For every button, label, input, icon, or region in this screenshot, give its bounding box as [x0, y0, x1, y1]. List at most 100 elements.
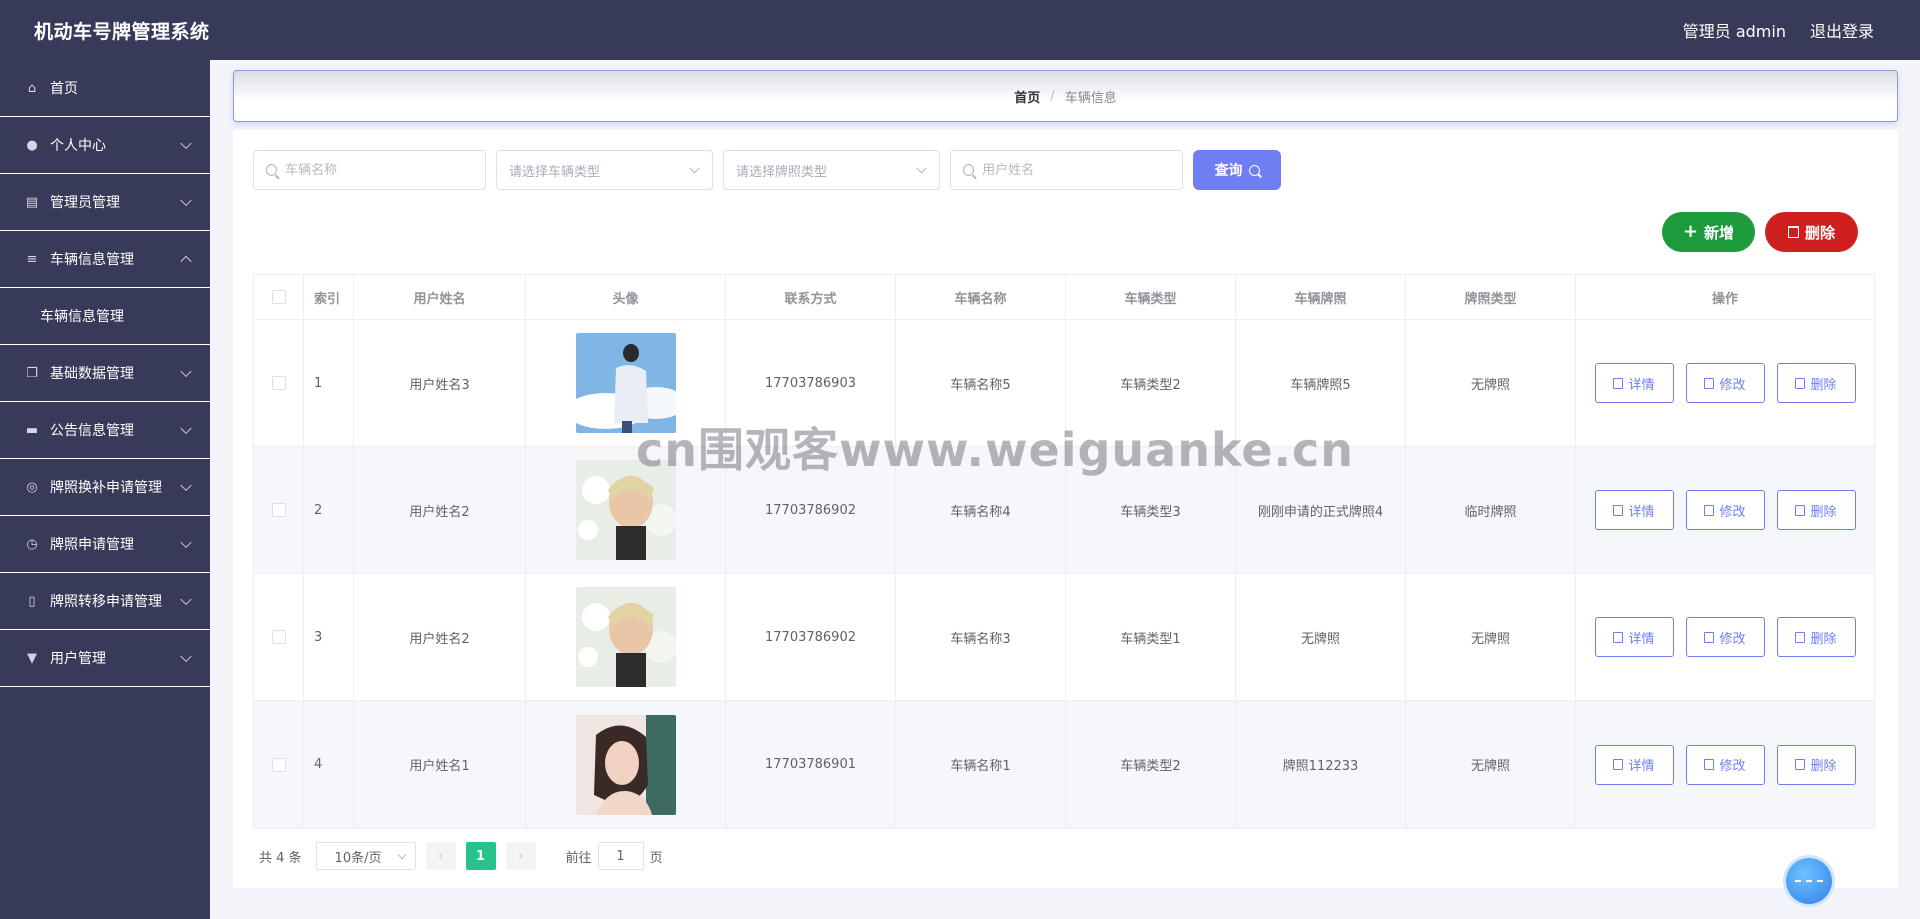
sidebar-item-label: 基础数据管理	[50, 366, 134, 382]
floating-assistant-button[interactable]	[1786, 858, 1832, 904]
edit-icon	[1704, 377, 1715, 389]
goto-suffix: 页	[649, 850, 663, 866]
plate-type-select[interactable]: 请选择牌照类型	[723, 150, 940, 190]
sidebar-item-label: 用户管理	[50, 651, 106, 667]
breadcrumb-current: 车辆信息	[1064, 90, 1117, 106]
row-plate-type: 无牌照	[1406, 574, 1576, 700]
batch-delete-button[interactable]: 删除	[1765, 212, 1858, 252]
trash-icon	[1795, 759, 1806, 770]
header-user-name: 用户姓名	[354, 275, 526, 319]
row-avatar-cell	[526, 447, 726, 573]
row-index: 1	[304, 320, 354, 446]
row-vehicle-type: 车辆类型3	[1066, 447, 1236, 573]
row-vehicle-name: 车辆名称3	[896, 574, 1066, 700]
row-plate: 牌照112233	[1236, 701, 1406, 828]
search-icon	[963, 164, 975, 176]
list-icon: ≡	[26, 251, 38, 267]
avatar	[575, 587, 676, 687]
edit-button[interactable]: 修改	[1685, 363, 1765, 403]
chevron-down-icon	[689, 163, 700, 174]
row-plate-type: 无牌照	[1406, 320, 1576, 446]
document-icon	[1613, 377, 1624, 389]
row-operations: 详情 修改 删除	[1576, 574, 1874, 700]
row-checkbox[interactable]	[271, 757, 286, 772]
row-index: 2	[304, 447, 354, 573]
add-button[interactable]: + 新增	[1662, 212, 1755, 252]
row-select-cell	[254, 447, 304, 573]
edit-label: 修改	[1719, 631, 1746, 647]
goto-page-input[interactable]	[597, 842, 644, 870]
prev-page-button[interactable]: ‹	[425, 842, 456, 870]
row-phone: 17703786901	[726, 701, 896, 828]
copy-icon: ❐	[26, 365, 38, 381]
chevron-up-icon	[180, 255, 192, 268]
sidebar-item-notice[interactable]: ▬ 公告信息管理	[0, 402, 210, 459]
action-bar: + 新增 删除	[1662, 212, 1858, 252]
edit-icon	[1704, 504, 1715, 516]
sidebar-item-plate-replace[interactable]: ◎ 牌照换补申请管理	[0, 459, 210, 516]
detail-button[interactable]: 详情	[1594, 744, 1674, 785]
chevron-down-icon	[180, 137, 192, 150]
next-page-button[interactable]: ›	[505, 842, 536, 870]
delete-button[interactable]: 删除	[1776, 490, 1856, 530]
vehicle-name-input[interactable]	[285, 162, 473, 178]
edit-icon	[1704, 759, 1715, 770]
table-header-row: 索引 用户姓名 头像 联系方式 车辆名称 车辆类型 车辆牌照 牌照类型 操作	[254, 275, 1874, 320]
chevron-down-icon	[180, 650, 192, 663]
total-count: 共 4 条	[259, 850, 302, 866]
row-phone: 17703786903	[726, 320, 896, 446]
detail-button[interactable]: 详情	[1594, 363, 1674, 403]
row-plate-type: 临时牌照	[1406, 447, 1576, 573]
row-checkbox[interactable]	[271, 503, 286, 517]
row-checkbox[interactable]	[271, 376, 286, 390]
row-avatar-cell	[526, 320, 726, 446]
vehicle-table: 索引 用户姓名 头像 联系方式 车辆名称 车辆类型 车辆牌照 牌照类型 操作 1…	[253, 274, 1875, 829]
delete-button[interactable]: 删除	[1776, 744, 1856, 785]
sidebar-subitem-vehicle-info[interactable]: 车辆信息管理	[0, 288, 210, 345]
chevron-down-icon	[180, 593, 192, 606]
chevron-down-icon	[180, 479, 192, 492]
chevron-down-icon	[180, 365, 192, 378]
sidebar-item-admin[interactable]: ▤ 管理员管理	[0, 174, 210, 231]
edit-button[interactable]: 修改	[1685, 490, 1765, 530]
stamp-icon: ▼	[27, 650, 37, 666]
query-button[interactable]: 查询	[1193, 150, 1281, 190]
query-button-label: 查询	[1214, 163, 1243, 179]
edit-button[interactable]: 修改	[1685, 617, 1765, 657]
row-vehicle-type: 车辆类型1	[1066, 574, 1236, 700]
breadcrumb-home[interactable]: 首页	[1014, 87, 1040, 106]
row-user-name: 用户姓名3	[354, 320, 526, 446]
detail-button[interactable]: 详情	[1594, 617, 1674, 657]
header-right: 管理员 admin 退出登录	[1683, 18, 1874, 42]
sidebar-item-profile[interactable]: ● 个人中心	[0, 117, 210, 174]
row-select-cell	[254, 701, 304, 828]
sidebar-item-users[interactable]: ▼ 用户管理	[0, 630, 210, 687]
logout-link[interactable]: 退出登录	[1810, 18, 1874, 42]
row-operations: 详情 修改 删除	[1576, 447, 1874, 573]
row-vehicle-type: 车辆类型2	[1066, 701, 1236, 828]
vehicle-type-select[interactable]: 请选择车辆类型	[496, 150, 713, 190]
row-plate: 车辆牌照5	[1236, 320, 1406, 446]
row-phone: 17703786902	[726, 447, 896, 573]
edit-button[interactable]: 修改	[1685, 744, 1765, 785]
delete-button[interactable]: 删除	[1776, 617, 1856, 657]
sidebar-item-vehicle[interactable]: ≡ 车辆信息管理	[0, 231, 210, 288]
sidebar-item-plate-transfer[interactable]: ▯ 牌照转移申请管理	[0, 573, 210, 630]
page-number-current[interactable]: 1	[465, 842, 496, 870]
sidebar-item-label: 牌照转移申请管理	[50, 594, 162, 610]
user-name-input[interactable]	[982, 162, 1170, 178]
phone-icon: ▯	[28, 593, 36, 609]
top-header: 机动车号牌管理系统 管理员 admin 退出登录	[0, 0, 1920, 60]
page-size-select[interactable]: 10条/页	[315, 842, 416, 870]
select-all-checkbox[interactable]	[271, 290, 286, 304]
sidebar-item-plate-apply[interactable]: ◷ 牌照申请管理	[0, 516, 210, 573]
detail-button[interactable]: 详情	[1594, 490, 1674, 530]
sidebar-item-basic-data[interactable]: ❐ 基础数据管理	[0, 345, 210, 402]
header-operations: 操作	[1711, 291, 1738, 307]
table-row: 2 用户姓名2 17703786902 车辆名称4 车辆类型3 刚刚申请的正式牌…	[254, 447, 1874, 574]
sidebar-item-home[interactable]: ⌂ 首页	[0, 60, 210, 117]
delete-button[interactable]: 删除	[1776, 363, 1856, 403]
row-vehicle-type: 车辆类型2	[1066, 320, 1236, 446]
row-select-cell	[254, 574, 304, 700]
row-checkbox[interactable]	[271, 630, 286, 644]
